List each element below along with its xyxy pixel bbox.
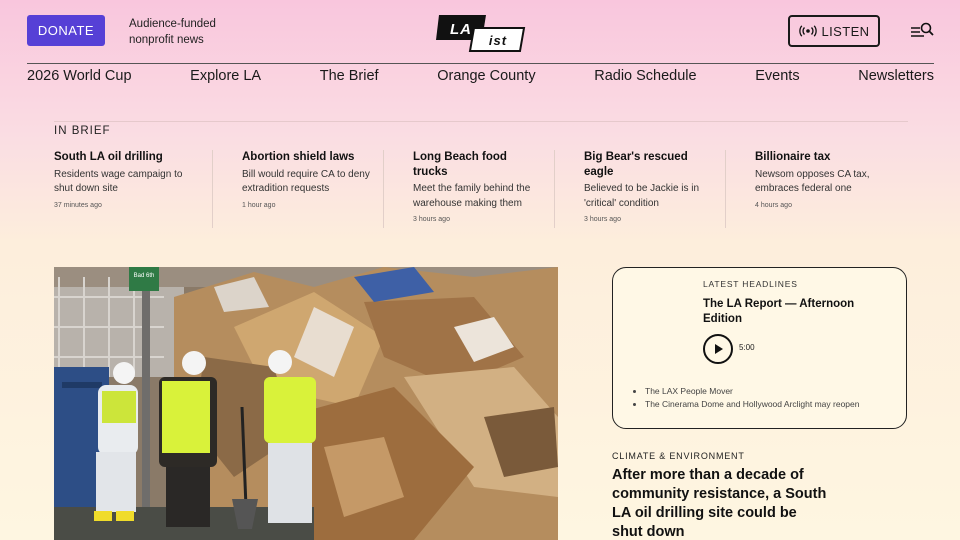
street-sign-text: Bad 6th (134, 273, 155, 279)
brief-item[interactable]: South LA oil drilling Residents wage cam… (54, 150, 213, 228)
in-brief-list: South LA oil drilling Residents wage cam… (54, 150, 914, 228)
brief-time: 3 hours ago (584, 216, 621, 223)
tagline-line-1: Audience-funded (129, 18, 216, 30)
broadcast-icon (798, 25, 817, 37)
donate-button[interactable]: DONATE (27, 15, 105, 46)
brief-summary: Meet the family behind the warehouse mak… (413, 183, 531, 209)
play-icon (715, 344, 723, 354)
brief-time: 4 hours ago (755, 201, 792, 209)
story-category[interactable]: CLIMATE & ENVIRONMENT (612, 451, 745, 461)
brief-time: 3 hours ago (413, 216, 450, 223)
header-divider (27, 63, 934, 64)
brief-time: 37 minutes ago (54, 201, 102, 209)
logo-text-la: LA (450, 21, 472, 38)
latest-headlines-card: LATEST HEADLINES The LA Report — Afterno… (612, 267, 907, 429)
brief-title[interactable]: Billionaire tax (755, 150, 885, 165)
nav-item-orange-county[interactable]: Orange County (437, 68, 535, 84)
brief-summary: Believed to be Jackie is in 'critical' c… (584, 183, 700, 209)
nav-item-world-cup[interactable]: 2026 World Cup (27, 68, 132, 84)
headline-bullet-item[interactable]: The Cinerama Dome and Hollywood Arclight… (645, 398, 860, 411)
brief-summary: Bill would require CA to deny extraditio… (242, 168, 370, 195)
in-brief-label: IN BRIEF (54, 125, 111, 137)
logo-text-ist: ist (489, 33, 507, 48)
brief-title[interactable]: Big Bear's rescued eagle (584, 150, 713, 179)
brief-title[interactable]: Abortion shield laws (242, 150, 371, 165)
laist-logo[interactable]: LA ist (436, 13, 526, 53)
brief-summary: Newsom opposes CA tax, embraces federal … (755, 168, 870, 195)
nav-item-explore-la[interactable]: Explore LA (190, 68, 261, 84)
brief-time: 1 hour ago (242, 201, 276, 209)
lead-story-photo[interactable]: Bad 6th (54, 267, 558, 540)
brief-title[interactable]: South LA oil drilling (54, 150, 200, 165)
nav-item-events[interactable]: Events (755, 68, 799, 84)
brief-title[interactable]: Long Beach food trucks (413, 150, 542, 179)
headline-bullets: The LAX People Mover The Cinerama Dome a… (643, 385, 860, 411)
tagline: Audience-funded nonprofit news (129, 16, 216, 48)
nav-item-newsletters[interactable]: Newsletters (858, 68, 934, 84)
latest-headlines-label: LATEST HEADLINES (703, 279, 798, 289)
brief-item[interactable]: Abortion shield laws Bill would require … (213, 150, 384, 228)
latest-headline-title[interactable]: The LA Report — Afternoon Edition (703, 297, 883, 326)
listen-label: LISTEN (821, 23, 870, 39)
story-headline[interactable]: After more than a decade of community re… (612, 466, 827, 540)
audio-duration: 5:00 (739, 343, 755, 352)
menu-search-icon[interactable] (910, 21, 934, 39)
brief-item[interactable]: Long Beach food trucks Meet the family b… (384, 150, 555, 228)
brief-summary: Residents wage campaign to shut down sit… (54, 168, 183, 195)
in-brief-divider (54, 121, 908, 122)
nav-item-the-brief[interactable]: The Brief (320, 68, 379, 84)
brief-item[interactable]: Billionaire tax Newsom opposes CA tax, e… (726, 150, 897, 228)
play-button[interactable] (703, 334, 733, 364)
tagline-line-2: nonprofit news (129, 34, 204, 46)
headline-bullet-item[interactable]: The LAX People Mover (645, 385, 860, 398)
debris-workers-image: Bad 6th (54, 267, 558, 540)
main-nav: 2026 World Cup Explore LA The Brief Oran… (27, 68, 934, 84)
listen-button[interactable]: LISTEN (788, 15, 880, 47)
nav-item-radio-schedule[interactable]: Radio Schedule (594, 68, 696, 84)
brief-item[interactable]: Big Bear's rescued eagle Believed to be … (555, 150, 726, 228)
